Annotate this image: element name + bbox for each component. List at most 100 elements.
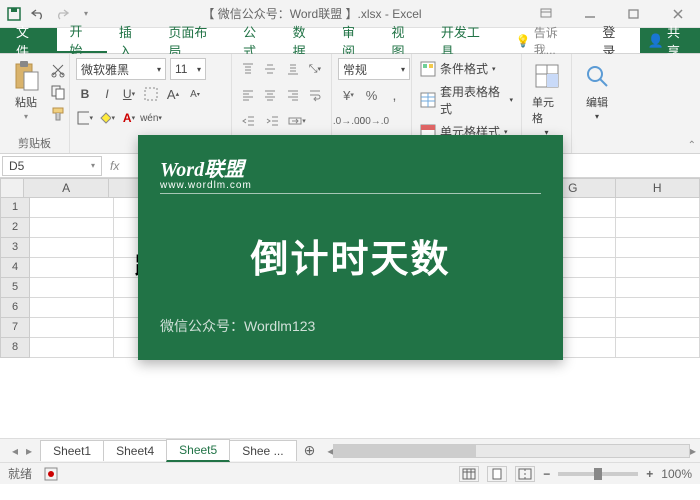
shrink-font-icon[interactable]: A▾ [186, 84, 204, 104]
sheet-nav: ◂ ▸ [4, 444, 40, 458]
tab-layout[interactable]: 页面布局 [156, 28, 231, 53]
align-top-icon[interactable] [238, 58, 258, 80]
redo-icon[interactable] [54, 6, 70, 22]
grow-font-icon[interactable]: A▴ [164, 84, 182, 104]
italic-button[interactable]: I [98, 84, 116, 104]
h-scrollbar[interactable]: ◂ ▸ [323, 444, 700, 458]
format-painter-icon[interactable] [50, 106, 66, 122]
sheet-tab-1[interactable]: Sheet1 [40, 440, 104, 461]
collapse-ribbon-icon[interactable]: ⌃ [688, 140, 696, 151]
sheet-tab-4[interactable]: Sheet4 [103, 440, 167, 461]
macro-record-icon[interactable] [44, 467, 58, 481]
add-sheet-button[interactable]: ⊕ [296, 442, 324, 459]
fx-icon[interactable]: fx [104, 159, 125, 173]
col-header[interactable]: H [616, 178, 700, 198]
tab-data[interactable]: 数据 [281, 28, 330, 53]
ribbon-tabs: 文件 开始 插入 页面布局 公式 数据 审阅 视图 开发工具 💡告诉我... 登… [0, 28, 700, 54]
clipboard-label: 剪贴板 [6, 135, 63, 151]
font-size-select[interactable]: 11▾ [170, 58, 206, 80]
login-link[interactable]: 登录 [590, 28, 639, 53]
col-header[interactable]: A [24, 178, 108, 198]
border-button[interactable] [142, 84, 160, 104]
row-header[interactable]: 3 [0, 238, 30, 258]
select-all-corner[interactable] [0, 178, 24, 198]
tab-formula[interactable]: 公式 [231, 28, 280, 53]
comma-icon[interactable]: , [384, 84, 405, 106]
zoom-level[interactable]: 100% [661, 467, 692, 481]
align-center-icon[interactable] [260, 84, 280, 106]
font-color-button[interactable]: A▾ [120, 108, 138, 128]
tab-home[interactable]: 开始 [57, 28, 106, 53]
table-format-label: 套用表格格式 [440, 83, 505, 117]
page-break-view-icon[interactable] [515, 466, 535, 482]
row-header[interactable]: 4 [0, 258, 30, 278]
scroll-track[interactable] [333, 444, 690, 458]
currency-icon[interactable]: ¥▾ [338, 84, 359, 106]
logo-word: Word [160, 159, 204, 181]
align-middle-icon[interactable] [260, 58, 280, 80]
scroll-right-icon[interactable]: ▸ [690, 444, 696, 458]
cells-button[interactable]: 单元格 ▾ [528, 58, 565, 139]
decrease-decimal-icon[interactable]: .00→.0 [362, 110, 384, 132]
row-header[interactable]: 7 [0, 318, 30, 338]
align-bottom-icon[interactable] [283, 58, 303, 80]
table-format-button[interactable]: 套用表格格式▾ [418, 81, 515, 119]
sheet-tab-5[interactable]: Sheet5 [166, 439, 230, 462]
indent-decrease-icon[interactable] [238, 110, 260, 132]
underline-button[interactable]: U▾ [120, 84, 138, 104]
fill-color-button[interactable]: ▾ [98, 108, 116, 128]
row-header[interactable]: 8 [0, 338, 30, 358]
qat-dropdown-icon[interactable]: ▾ [78, 6, 94, 22]
tell-me[interactable]: 💡告诉我... [504, 28, 591, 53]
row-header[interactable]: 2 [0, 218, 30, 238]
zoom-thumb[interactable] [594, 468, 602, 480]
font-size-value: 11 [175, 62, 187, 76]
percent-icon[interactable]: % [361, 84, 382, 106]
bold-button[interactable]: B [76, 84, 94, 104]
font-name-select[interactable]: 微软雅黑▾ [76, 58, 166, 80]
overlay-card: Word联盟 www.wordlm.com 倒计时天数 微信公众号：Wordlm… [138, 135, 563, 360]
tab-insert[interactable]: 插入 [107, 28, 156, 53]
conditional-format-button[interactable]: 条件格式▾ [418, 58, 515, 79]
group-editing: 编辑 ▾ [572, 54, 622, 153]
page-layout-view-icon[interactable] [487, 466, 507, 482]
scroll-thumb[interactable] [334, 445, 476, 457]
row-header[interactable]: 6 [0, 298, 30, 318]
table-format-icon [420, 92, 436, 108]
find-icon [581, 60, 613, 92]
sheet-prev-icon[interactable]: ◂ [12, 444, 18, 458]
row-header[interactable]: 1 [0, 198, 30, 218]
cond-format-label: 条件格式 [440, 60, 488, 77]
phonetic-button[interactable]: wén▾ [142, 108, 160, 128]
merge-button[interactable]: ▾ [286, 110, 308, 132]
cut-icon[interactable] [50, 62, 66, 78]
group-clipboard: 粘贴 ▾ 剪贴板 [0, 54, 70, 153]
number-format-select[interactable]: 常规▾ [338, 58, 410, 80]
font-name-value: 微软雅黑 [81, 61, 129, 78]
wrap-text-icon[interactable] [305, 84, 325, 106]
undo-icon[interactable] [30, 6, 46, 22]
indent-increase-icon[interactable] [262, 110, 284, 132]
save-icon[interactable] [6, 6, 22, 22]
align-left-icon[interactable] [238, 84, 258, 106]
editing-button[interactable]: 编辑 ▾ [578, 58, 616, 123]
tab-view[interactable]: 视图 [379, 28, 428, 53]
tab-review[interactable]: 审阅 [330, 28, 379, 53]
sheet-next-icon[interactable]: ▸ [26, 444, 32, 458]
tab-dev[interactable]: 开发工具 [429, 28, 504, 53]
row-header[interactable]: 5 [0, 278, 30, 298]
paste-button[interactable]: 粘贴 ▾ [6, 58, 46, 123]
zoom-out-icon[interactable]: − [543, 467, 550, 481]
share-button[interactable]: 👤共享 [640, 28, 700, 53]
zoom-in-icon[interactable]: + [646, 467, 653, 481]
sheet-tab-6[interactable]: Shee ... [229, 440, 296, 461]
zoom-slider[interactable] [558, 472, 638, 476]
border-dropdown[interactable]: ▾ [76, 108, 94, 128]
orientation-icon[interactable]: ⤡▾ [305, 58, 325, 80]
tab-file[interactable]: 文件 [0, 28, 57, 53]
copy-icon[interactable] [50, 84, 66, 100]
normal-view-icon[interactable] [459, 466, 479, 482]
window-title: 【 微信公众号：Word联盟 】.xlsx - Excel [100, 5, 524, 22]
align-right-icon[interactable] [283, 84, 303, 106]
name-box[interactable]: D5▾ [2, 156, 102, 176]
